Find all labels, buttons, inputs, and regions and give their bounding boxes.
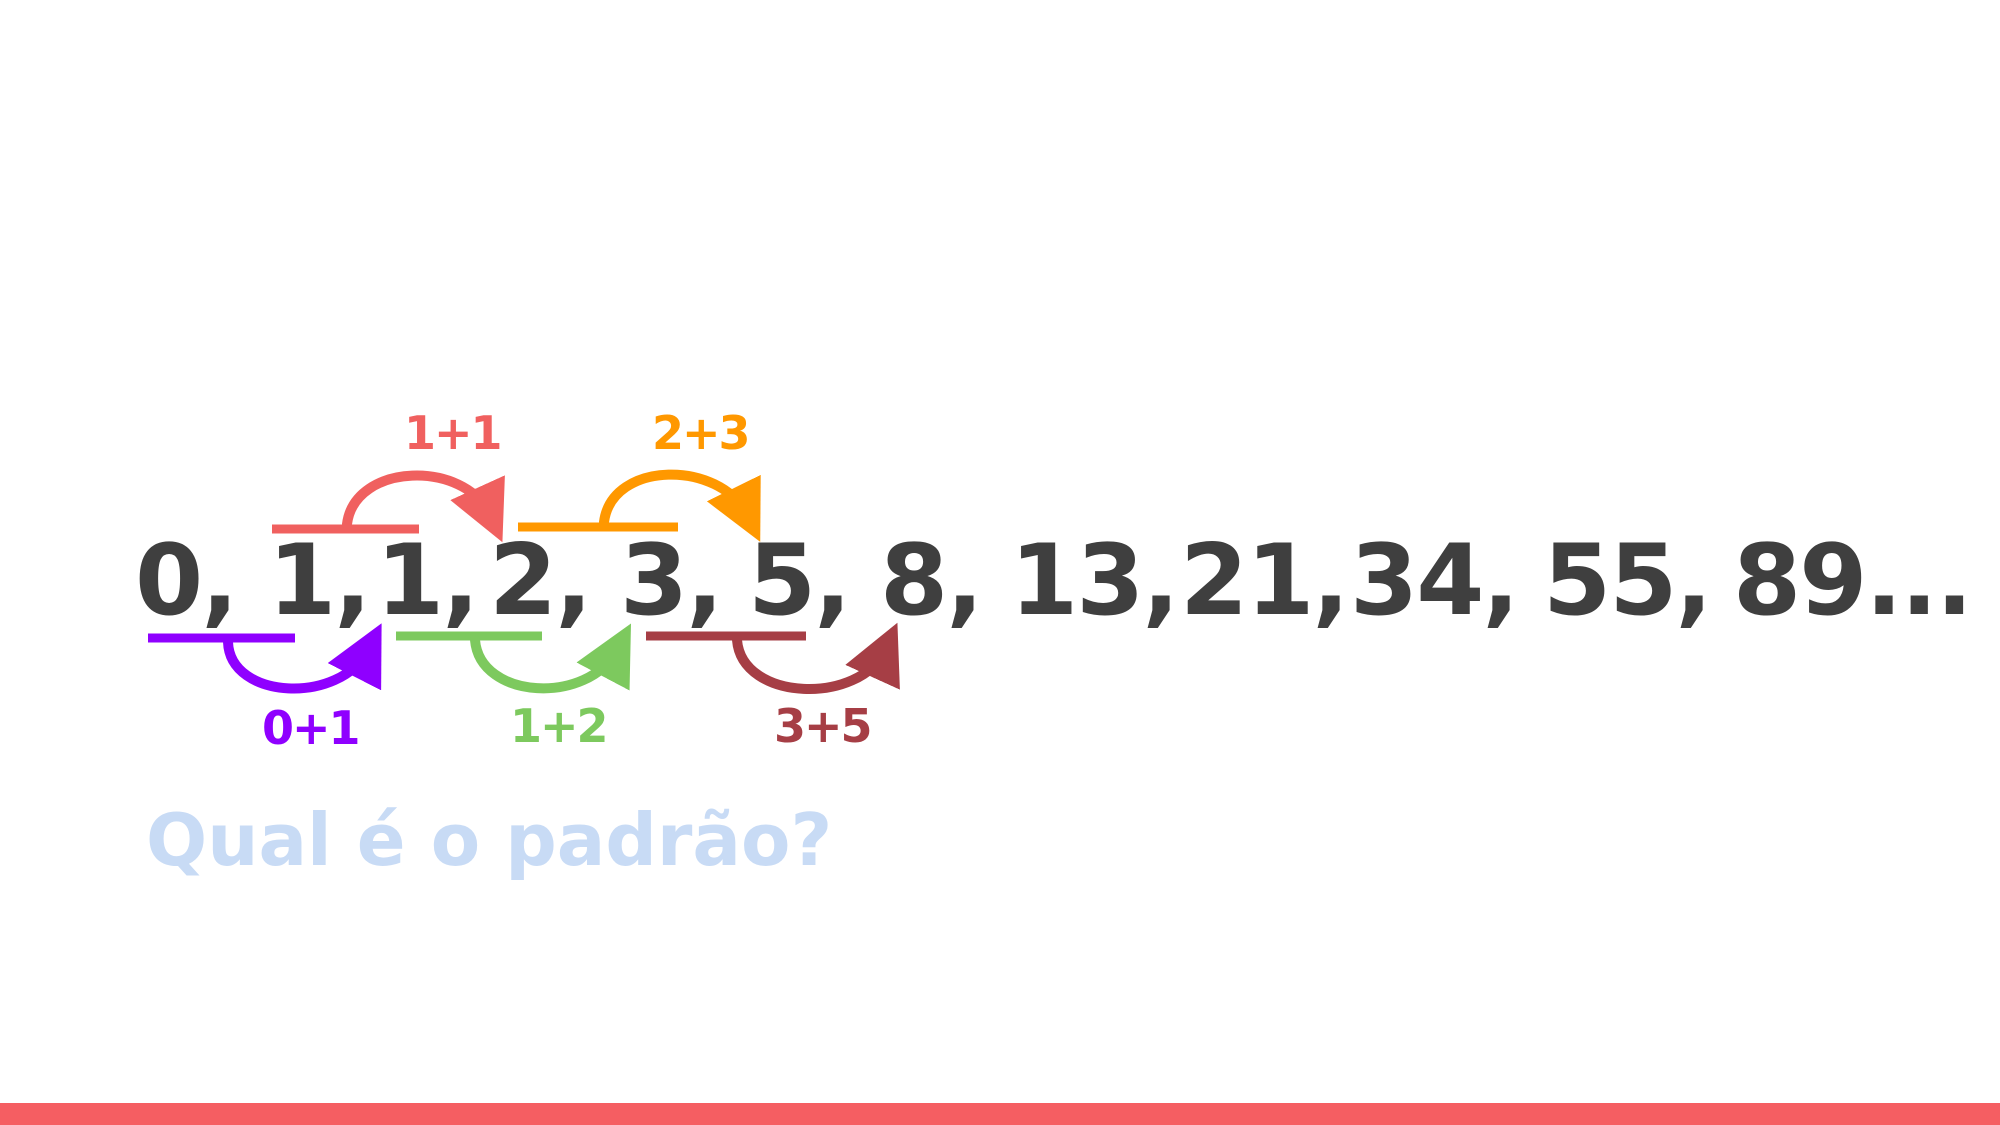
- sequence-number: 34,: [1350, 524, 1520, 638]
- sequence-number: 13,: [1010, 524, 1180, 638]
- sequence-number: 21,: [1180, 524, 1350, 638]
- pair-arrow-2-plus-3: [518, 469, 761, 542]
- sequence-number: 0,: [135, 524, 238, 638]
- pair-label-1-plus-1: 1+1: [404, 406, 503, 460]
- sequence-number: 3,: [620, 524, 723, 638]
- sequence-number: 5,: [748, 524, 851, 638]
- pair-arc: [223, 623, 382, 694]
- pair-arrow-1-plus-2: [396, 623, 632, 694]
- pair-arrow-1-plus-1: [272, 470, 505, 543]
- pair-label-3-plus-5: 3+5: [774, 699, 873, 753]
- pair-arc: [599, 469, 761, 542]
- question-text: Qual é o padrão?: [146, 798, 833, 882]
- pair-label-2-plus-3: 2+3: [652, 406, 751, 460]
- sequence-number: 1,: [376, 524, 479, 638]
- pair-arc: [732, 622, 900, 694]
- sequence-number: 8,: [880, 524, 983, 638]
- pair-arrow-3-plus-5: [646, 622, 900, 694]
- bottom-accent-bar: [0, 1103, 2000, 1125]
- pair-label-0-plus-1: 0+1: [262, 701, 361, 755]
- pair-label-1-plus-2: 1+2: [510, 699, 609, 753]
- pair-arrow-0-plus-1: [148, 623, 382, 694]
- sequence-number: 89...: [1733, 524, 1973, 638]
- sequence-number: 55,: [1543, 524, 1713, 638]
- pair-arc: [342, 470, 505, 543]
- slide: 0, 1, 1, 2, 3, 5, 8, 13, 21, 34, 55, 89.…: [0, 0, 2000, 1125]
- sequence-number: 1,: [268, 524, 371, 638]
- sequence-number: 2,: [489, 524, 592, 638]
- pair-arc: [470, 623, 632, 694]
